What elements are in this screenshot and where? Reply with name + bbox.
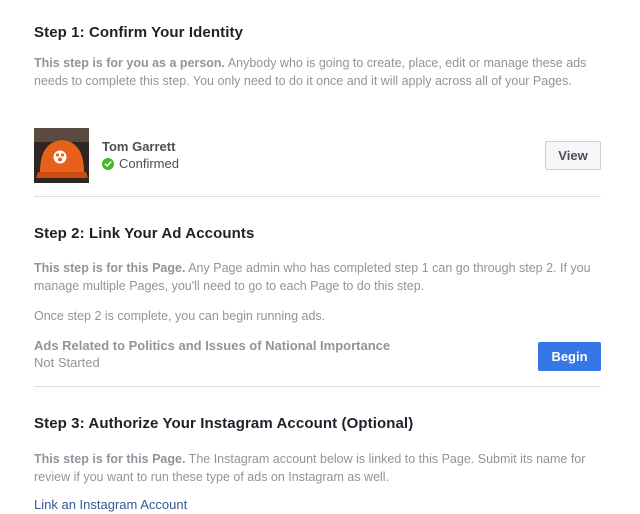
orange-cap-photo bbox=[34, 128, 89, 183]
user-name: Tom Garrett bbox=[102, 139, 176, 154]
step2-description-bold: This step is for this Page. bbox=[34, 261, 186, 275]
check-circle-icon bbox=[102, 157, 114, 170]
step3-description-bold: This step is for this Page. bbox=[34, 452, 186, 466]
divider-1 bbox=[34, 196, 601, 197]
avatar bbox=[34, 128, 89, 183]
step2-note: Once step 2 is complete, you can begin r… bbox=[34, 309, 326, 323]
ads-category-title: Ads Related to Politics and Issues of Na… bbox=[34, 338, 391, 353]
step1-heading: Step 1: Confirm Your Identity bbox=[34, 24, 244, 41]
step2-heading: Step 2: Link Your Ad Accounts bbox=[34, 225, 255, 242]
step1-description: This step is for you as a person. Anybod… bbox=[34, 54, 601, 90]
identity-status: Confirmed bbox=[102, 156, 179, 171]
step3-description: This step is for this Page. The Instagra… bbox=[34, 450, 601, 486]
step2-description: This step is for this Page. Any Page adm… bbox=[34, 259, 601, 295]
step3-heading: Step 3: Authorize Your Instagram Account… bbox=[34, 415, 414, 432]
ads-category-status: Not Started bbox=[34, 355, 100, 370]
step1-description-bold: This step is for you as a person. bbox=[34, 56, 226, 70]
begin-button[interactable]: Begin bbox=[538, 342, 601, 371]
identity-status-label: Confirmed bbox=[119, 156, 179, 171]
view-button[interactable]: View bbox=[545, 141, 601, 170]
divider-2 bbox=[34, 386, 601, 387]
link-instagram-account-link[interactable]: Link an Instagram Account bbox=[34, 497, 187, 512]
